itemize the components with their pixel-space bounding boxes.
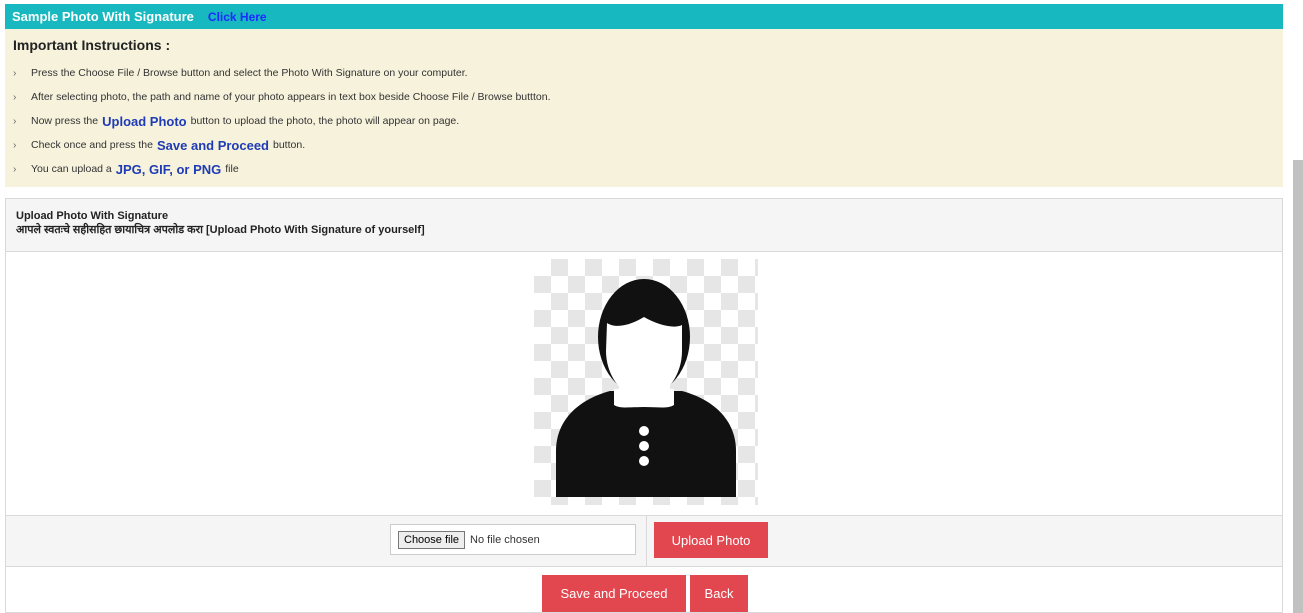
instruction-item: › Check once and press the Save and Proc… [13,133,1275,157]
upload-controls-row: Choose file No file chosen Upload Photo [6,515,1282,567]
choose-file-button[interactable]: Choose file [398,530,466,549]
chevron-right-icon: › [13,67,17,79]
scrollbar[interactable] [1293,160,1303,613]
photo-preview-area [6,252,1282,514]
upload-panel: Upload Photo With Signature आपले स्वतःचे… [5,198,1283,613]
chevron-right-icon: › [13,163,17,175]
instruction-text: button. [273,139,306,151]
chevron-right-icon: › [13,115,17,127]
instructions-heading: Important Instructions : [13,37,171,53]
upload-panel-subtitle: आपले स्वतःचे सहीसहित छायाचित्र अपलोड करा… [16,224,425,236]
instruction-text: Press the Choose File / Browse button an… [31,67,468,79]
instruction-highlight: JPG, GIF, or PNG [115,161,222,177]
save-and-proceed-button[interactable]: Save and Proceed [542,575,686,612]
upload-panel-header: Upload Photo With Signature आपले स्वतःचे… [6,199,1282,252]
person-avatar-icon [556,279,736,497]
instruction-item: › Press the Choose File / Browse button … [13,61,1275,85]
back-button[interactable]: Back [690,575,748,612]
file-status-text: No file chosen [470,533,540,546]
sample-photo-bar: Sample Photo With Signature Click Here [5,4,1283,29]
sample-photo-title: Sample Photo With Signature [12,9,194,24]
instruction-item: › Now press the Upload Photo button to u… [13,109,1275,133]
instruction-text: You can upload a [31,163,112,175]
instructions-list: › Press the Choose File / Browse button … [13,61,1275,181]
instruction-highlight: Upload Photo [102,113,187,129]
instruction-text: file [225,163,239,175]
instruction-text: Check once and press the [31,139,153,151]
file-input[interactable]: Choose file No file chosen [390,524,636,555]
photo-preview [534,259,758,505]
upload-photo-button[interactable]: Upload Photo [654,522,768,558]
instruction-text: After selecting photo, the path and name… [31,91,551,103]
instruction-text: button to upload the photo, the photo wi… [190,115,460,127]
instructions-box: Important Instructions : › Press the Cho… [5,29,1283,187]
column-divider [646,516,647,566]
instruction-text: Now press the [31,115,99,127]
upload-panel-title: Upload Photo With Signature [16,210,169,222]
instruction-item: › After selecting photo, the path and na… [13,85,1275,109]
chevron-right-icon: › [13,91,17,103]
chevron-right-icon: › [13,139,17,151]
click-here-link[interactable]: Click Here [208,10,267,24]
instruction-highlight: Save and Proceed [157,137,269,153]
instruction-item: › You can upload a JPG, GIF, or PNG file [13,157,1275,181]
